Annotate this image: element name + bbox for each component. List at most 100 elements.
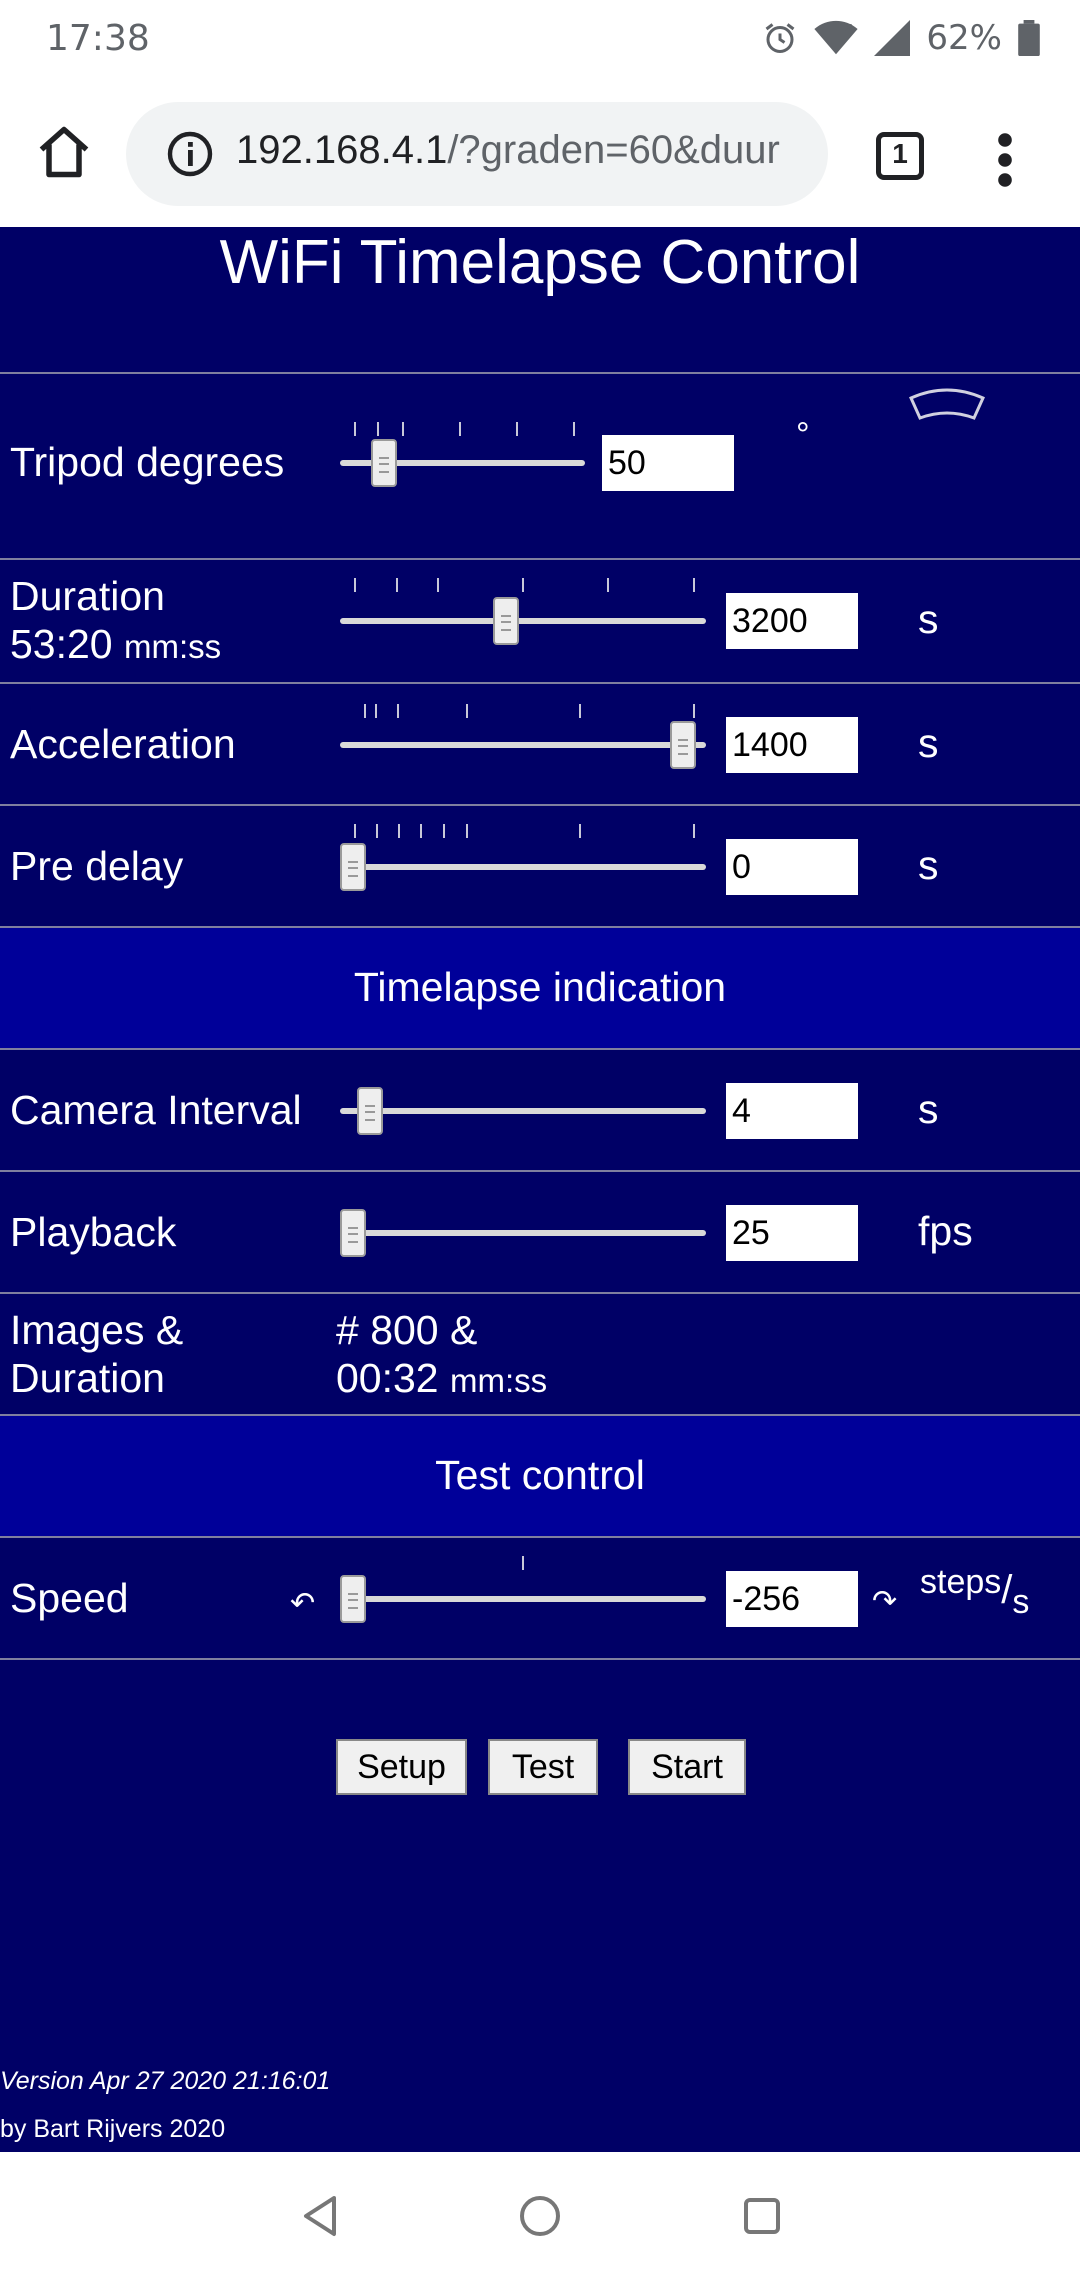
- interval-unit: s: [918, 1086, 939, 1132]
- interval-slider-thumb[interactable]: [357, 1087, 383, 1135]
- predelay-label: Pre delay: [10, 843, 184, 889]
- system-nav-bar: [0, 2152, 1080, 2280]
- predelay-tick: [693, 824, 695, 838]
- tripod-slider-thumb[interactable]: [370, 439, 397, 487]
- url-host: 192.168.4.1: [236, 128, 448, 172]
- battery-percent: 62%: [926, 18, 1002, 58]
- playback-label: Playback: [10, 1209, 177, 1255]
- browser-toolbar: 192.168.4.1/?graden=60&duur 1: [0, 82, 1080, 227]
- predelay-tick: [376, 824, 378, 838]
- signal-icon: [874, 20, 911, 56]
- duration-tick: [522, 578, 524, 592]
- tripod-degrees-input[interactable]: [602, 435, 734, 491]
- test-section-header: Test control: [0, 1414, 1080, 1536]
- svg-text:x: x: [845, 20, 853, 34]
- interval-row: Camera Interval s: [0, 1048, 1080, 1170]
- speed-slider-thumb[interactable]: [340, 1575, 366, 1623]
- url-text[interactable]: 192.168.4.1/?graden=60&duur: [236, 128, 816, 173]
- duration-slider-thumb[interactable]: [493, 597, 519, 645]
- images-duration-value: 00:32: [336, 1355, 439, 1401]
- playback-row: Playback fps: [0, 1170, 1080, 1292]
- setup-button[interactable]: Setup: [336, 1739, 467, 1795]
- page-title: WiFi Timelapse Control: [219, 228, 861, 297]
- tripod-tick: [516, 422, 518, 436]
- tab-switcher-button[interactable]: 1: [876, 132, 924, 180]
- acceleration-slider-thumb[interactable]: [669, 721, 696, 769]
- tripod-tick: [377, 422, 379, 436]
- duration-tick: [354, 578, 356, 592]
- duration-tick: [396, 578, 398, 592]
- speed-row: Speed ↶ ↷ steps/s: [0, 1536, 1080, 1660]
- overflow-menu-icon[interactable]: [990, 130, 1020, 190]
- timelapse-header-text: Timelapse indication: [353, 964, 727, 1010]
- playback-unit: fps: [918, 1208, 973, 1254]
- status-icons: x 62%: [762, 18, 1040, 58]
- interval-slider-track[interactable]: [340, 1108, 706, 1114]
- status-bar: 17:38 x 62%: [0, 0, 1080, 82]
- duration-input[interactable]: [726, 593, 858, 649]
- duration-tick: [437, 578, 439, 592]
- acceleration-tick: [375, 704, 377, 718]
- speed-slider-track[interactable]: [340, 1596, 706, 1602]
- speed-input[interactable]: [726, 1571, 858, 1627]
- duration-tick: [607, 578, 609, 592]
- interval-input[interactable]: [726, 1083, 858, 1139]
- predelay-input[interactable]: [726, 839, 858, 895]
- speed-center-tick: [522, 1556, 524, 1570]
- predelay-tick: [579, 824, 581, 838]
- acceleration-input[interactable]: [726, 717, 858, 773]
- acceleration-slider-track[interactable]: [340, 742, 706, 748]
- tripod-arc-icon: [909, 388, 985, 420]
- images-duration-unit: mm:ss: [450, 1362, 548, 1399]
- playback-slider-track[interactable]: [340, 1230, 706, 1236]
- home-icon[interactable]: [34, 122, 94, 182]
- predelay-slider-thumb[interactable]: [340, 843, 366, 891]
- acceleration-label: Acceleration: [10, 721, 236, 767]
- predelay-tick: [443, 824, 445, 838]
- acceleration-tick: [364, 704, 366, 718]
- tripod-tick: [459, 422, 461, 436]
- acceleration-row: Acceleration s: [0, 682, 1080, 804]
- speed-label: Speed: [10, 1575, 129, 1621]
- images-label-line2: Duration: [10, 1355, 165, 1401]
- back-icon[interactable]: [296, 2192, 344, 2240]
- info-icon[interactable]: [166, 130, 214, 178]
- url-path: /?graden=60&duur: [447, 128, 780, 172]
- images-count: # 800 &: [336, 1307, 478, 1353]
- speed-unit-slash: /: [1001, 1568, 1013, 1612]
- tripod-row: Tripod degrees °: [0, 372, 1080, 558]
- acceleration-tick: [693, 704, 695, 718]
- duration-unit: s: [918, 596, 939, 642]
- predelay-slider-track[interactable]: [340, 864, 706, 870]
- speed-unit: steps/s: [920, 1558, 1029, 1621]
- duration-slider-track[interactable]: [340, 618, 706, 624]
- address-bar[interactable]: 192.168.4.1/?graden=60&duur: [126, 102, 828, 206]
- duration-mmss: 53:20 mm:ss: [10, 620, 221, 671]
- author-text: by Bart Rijvers 2020: [0, 2115, 226, 2143]
- images-duration: 00:32 mm:ss: [336, 1354, 547, 1405]
- page-content: WiFi Timelapse Control Tripod degrees ° …: [0, 227, 1080, 2152]
- test-header-text: Test control: [435, 1452, 645, 1498]
- status-time: 17:38: [46, 18, 150, 59]
- tripod-label: Tripod degrees: [10, 439, 285, 485]
- tab-count: 1: [892, 138, 908, 169]
- timelapse-section-header: Timelapse indication: [0, 926, 1080, 1048]
- rotate-ccw-icon: ↶: [290, 1587, 316, 1620]
- interval-label: Camera Interval: [10, 1087, 302, 1133]
- duration-mmss-unit: mm:ss: [124, 628, 222, 665]
- start-button[interactable]: Start: [628, 1739, 746, 1795]
- home-nav-icon[interactable]: [516, 2192, 564, 2240]
- playback-input[interactable]: [726, 1205, 858, 1261]
- playback-slider-thumb[interactable]: [340, 1209, 366, 1257]
- version-text: Version Apr 27 2020 21:16:01: [0, 2067, 331, 2095]
- battery-icon: [1018, 20, 1040, 56]
- acceleration-tick: [397, 704, 399, 718]
- images-label-line1: Images &: [10, 1307, 184, 1353]
- tripod-tick: [354, 422, 356, 436]
- predelay-tick: [398, 824, 400, 838]
- test-button[interactable]: Test: [488, 1739, 598, 1795]
- images-row: Images & Duration # 800 & 00:32 mm:ss: [0, 1292, 1080, 1414]
- speed-unit-s: s: [1012, 1583, 1030, 1621]
- acceleration-unit: s: [918, 720, 939, 766]
- recents-icon[interactable]: [738, 2192, 786, 2240]
